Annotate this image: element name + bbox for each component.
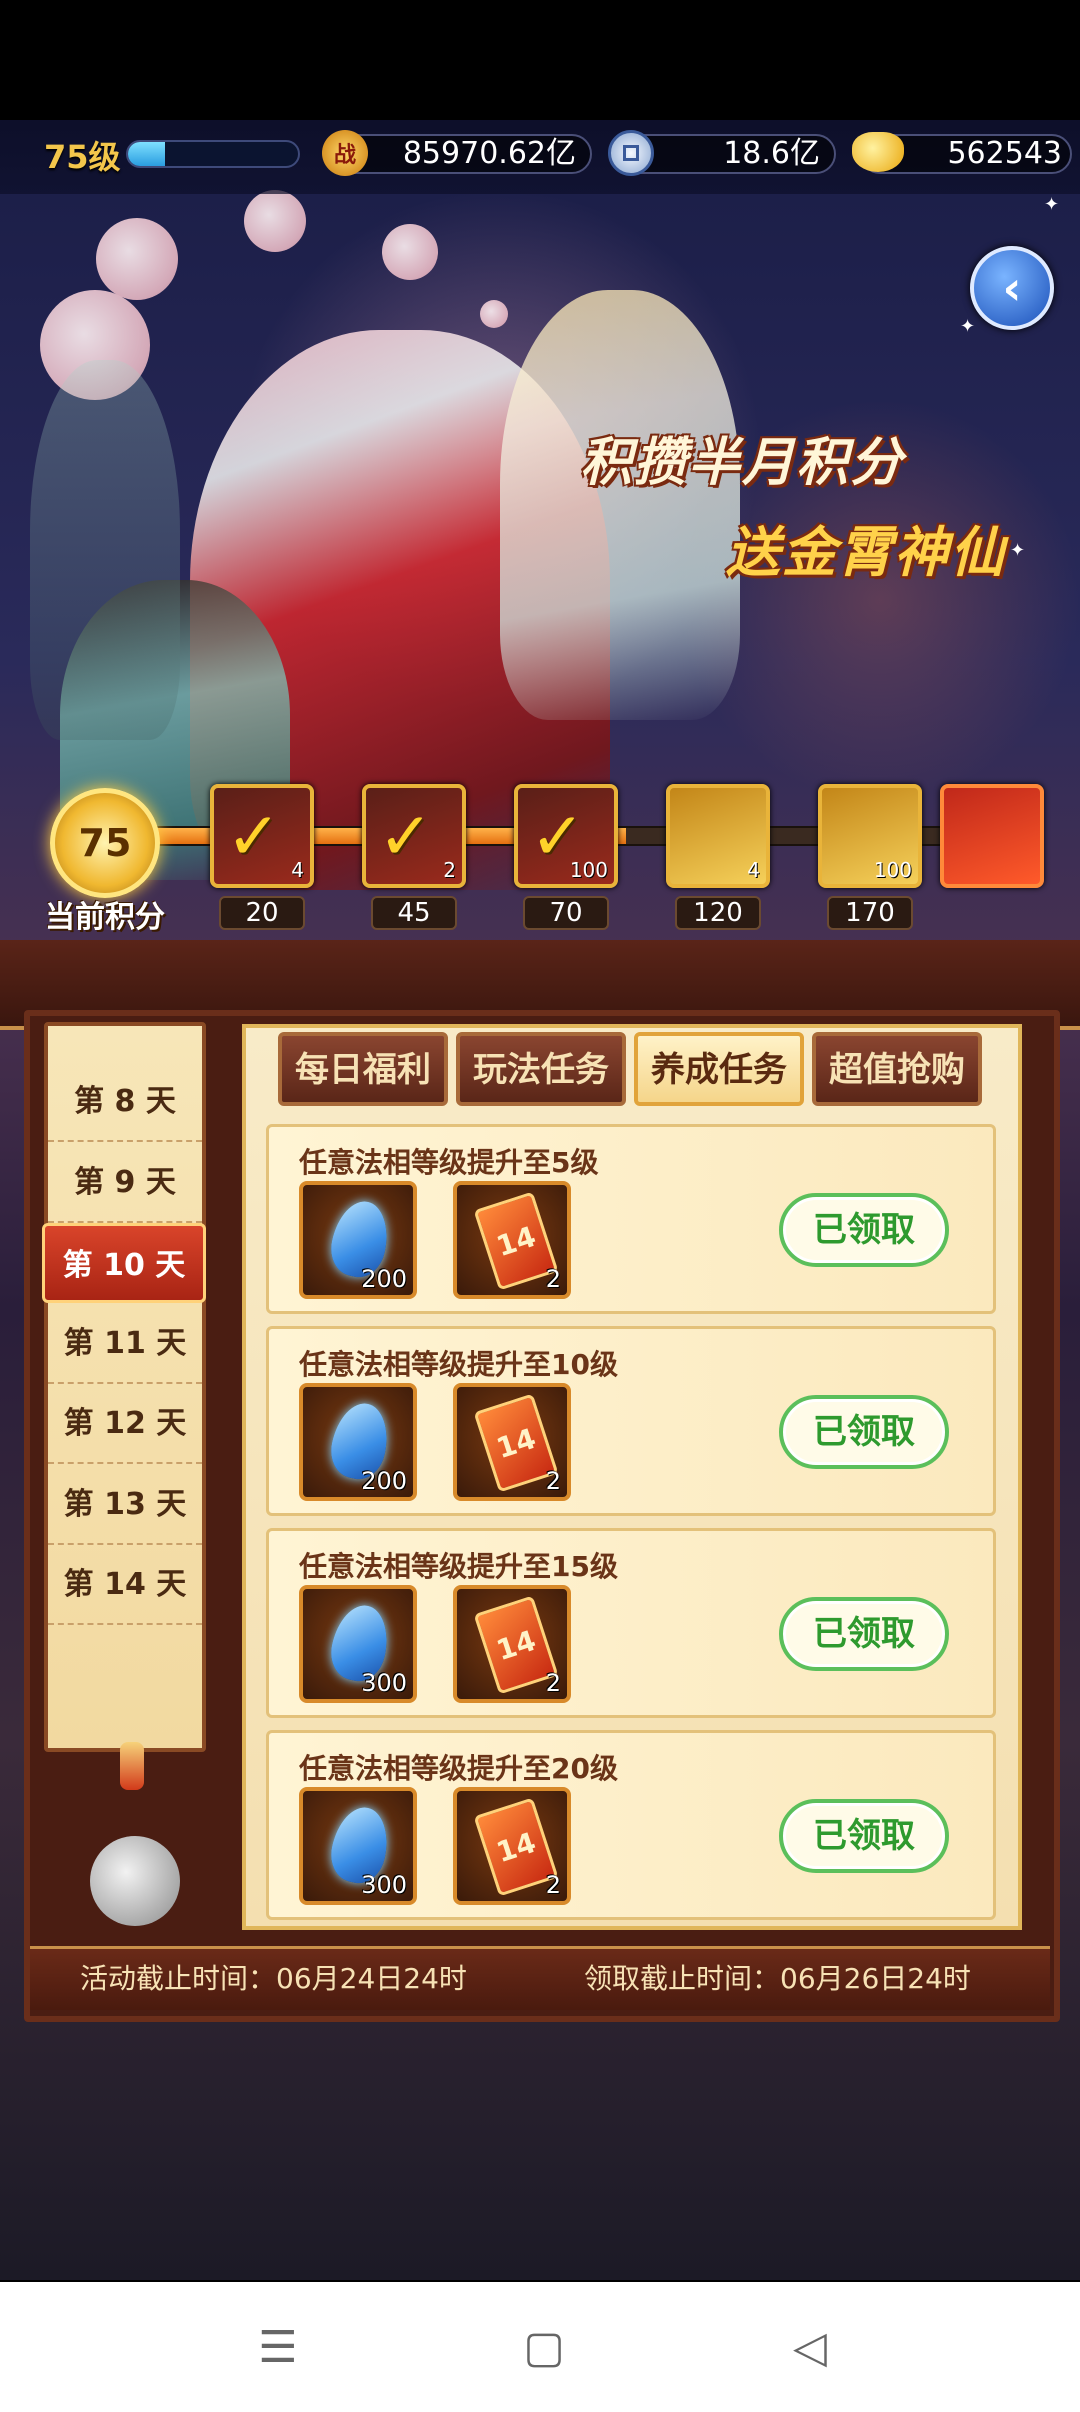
system-nav-bar: ☰ ▢ ◁ bbox=[0, 2282, 1080, 2412]
milestone-item-count: 2 bbox=[443, 858, 456, 882]
task-card: 任意法相等级提升至15级 300 14 2 已领取 bbox=[266, 1528, 996, 1718]
task-title: 任意法相等级提升至20级 bbox=[299, 1752, 618, 1785]
reward-quantity: 200 bbox=[361, 1265, 407, 1293]
milestone-item-count: 4 bbox=[291, 858, 304, 882]
event-deadline: 活动截止时间：06月24日24时 bbox=[80, 1962, 467, 1995]
gold-value: 562543 bbox=[947, 136, 1062, 171]
power-icon: 战 bbox=[322, 130, 368, 176]
claim-deadline: 领取截止时间：06月26日24时 bbox=[584, 1962, 971, 1995]
milestone-reward[interactable]: 4 bbox=[666, 784, 770, 888]
tab-2[interactable]: 玩法任务 bbox=[456, 1032, 626, 1106]
tab-3[interactable]: 养成任务 bbox=[634, 1032, 804, 1106]
reward-item[interactable]: 14 2 bbox=[453, 1181, 571, 1299]
day-tab[interactable]: 第 13 天 bbox=[48, 1465, 202, 1545]
reward-item[interactable]: 14 2 bbox=[453, 1787, 571, 1905]
reward-quantity: 300 bbox=[361, 1669, 407, 1697]
reward-item[interactable]: 200 bbox=[299, 1181, 417, 1299]
coin-value: 18.6亿 bbox=[723, 136, 820, 171]
milestone-points: 170 bbox=[827, 896, 913, 930]
xp-bar-fill bbox=[128, 142, 166, 166]
claimed-button[interactable]: 已领取 bbox=[779, 1395, 949, 1469]
scroll-pendant bbox=[120, 1742, 144, 1790]
milestone-points: 120 bbox=[675, 896, 761, 930]
reward-item[interactable]: 14 2 bbox=[453, 1383, 571, 1501]
milestone-item-count: 100 bbox=[569, 858, 608, 882]
reward-quantity: 2 bbox=[545, 1871, 561, 1899]
reward-quantity: 200 bbox=[361, 1467, 407, 1495]
gold-ingot-icon bbox=[852, 132, 904, 172]
milestone-item-count: 4 bbox=[747, 858, 760, 882]
tab-4[interactable]: 超值抢购 bbox=[812, 1032, 982, 1106]
reward-item[interactable]: 300 bbox=[299, 1787, 417, 1905]
checkmark-icon: ✓ bbox=[226, 798, 282, 875]
day-tab[interactable]: 第 14 天 bbox=[48, 1545, 202, 1625]
milestone-reward[interactable]: 100 bbox=[818, 784, 922, 888]
task-title: 任意法相等级提升至15级 bbox=[299, 1550, 618, 1583]
status-bar bbox=[0, 0, 1080, 120]
milestone-item-count: 100 bbox=[873, 858, 912, 882]
milestone-reward[interactable]: ✓ 100 bbox=[514, 784, 618, 888]
tab-1[interactable]: 每日福利 bbox=[278, 1032, 448, 1106]
reward-item[interactable]: 14 2 bbox=[453, 1585, 571, 1703]
milestone-reward[interactable]: ✓ 4 bbox=[210, 784, 314, 888]
back-button[interactable]: ‹ bbox=[970, 246, 1054, 330]
home-icon[interactable]: ▢ bbox=[514, 2318, 574, 2378]
claimed-button[interactable]: 已领取 bbox=[779, 1193, 949, 1267]
task-card: 任意法相等级提升至10级 200 14 2 已领取 bbox=[266, 1326, 996, 1516]
silver-coin-icon bbox=[608, 130, 654, 176]
checkmark-icon: ✓ bbox=[378, 798, 434, 875]
task-card: 任意法相等级提升至5级 200 14 2 已领取 bbox=[266, 1124, 996, 1314]
day-tab[interactable]: 第 9 天 bbox=[48, 1143, 202, 1223]
bonsai-decoration bbox=[90, 1836, 180, 1926]
reward-quantity: 2 bbox=[545, 1467, 561, 1495]
task-card: 任意法相等级提升至20级 300 14 2 已领取 bbox=[266, 1730, 996, 1920]
power-value: 85970.62亿 bbox=[402, 136, 576, 171]
day-tab[interactable]: 第 8 天 bbox=[48, 1062, 202, 1142]
banner-subheadline: 送金霄神仙 bbox=[726, 521, 1006, 584]
claimed-button[interactable]: 已领取 bbox=[779, 1597, 949, 1671]
reward-quantity: 2 bbox=[545, 1669, 561, 1697]
day-tab[interactable]: 第 12 天 bbox=[48, 1384, 202, 1464]
reward-item[interactable]: 300 bbox=[299, 1585, 417, 1703]
day-list: 第 8 天第 9 天第 10 天第 11 天第 12 天第 13 天第 14 天 bbox=[42, 1022, 206, 1752]
recent-apps-icon[interactable]: ☰ bbox=[248, 2318, 308, 2378]
milestone-points: 70 bbox=[523, 896, 609, 930]
task-title: 任意法相等级提升至5级 bbox=[299, 1146, 599, 1179]
reward-quantity: 2 bbox=[545, 1265, 561, 1293]
milestone-reward[interactable] bbox=[940, 784, 1044, 888]
player-level: 75级 bbox=[44, 138, 121, 176]
task-title: 任意法相等级提升至10级 bbox=[299, 1348, 618, 1381]
milestone-points: 20 bbox=[219, 896, 305, 930]
day-tab[interactable]: 第 11 天 bbox=[48, 1304, 202, 1384]
claimed-button[interactable]: 已领取 bbox=[779, 1799, 949, 1873]
banner-headline: 积攒半月积分 bbox=[580, 433, 905, 493]
deadline-footer: 活动截止时间：06月24日24时 领取截止时间：06月26日24时 bbox=[30, 1946, 1050, 2010]
reward-item[interactable]: 200 bbox=[299, 1383, 417, 1501]
current-score-badge: 75 bbox=[50, 788, 160, 898]
milestone-points: 45 bbox=[371, 896, 457, 930]
nav-back-icon[interactable]: ◁ bbox=[780, 2318, 840, 2378]
xp-bar bbox=[126, 140, 300, 168]
day-tab[interactable]: 第 10 天 bbox=[42, 1223, 206, 1303]
current-score-label: 当前积分 bbox=[45, 900, 165, 935]
reward-quantity: 300 bbox=[361, 1871, 407, 1899]
milestone-reward[interactable]: ✓ 2 bbox=[362, 784, 466, 888]
back-arrow-icon: ‹ bbox=[1002, 261, 1022, 315]
